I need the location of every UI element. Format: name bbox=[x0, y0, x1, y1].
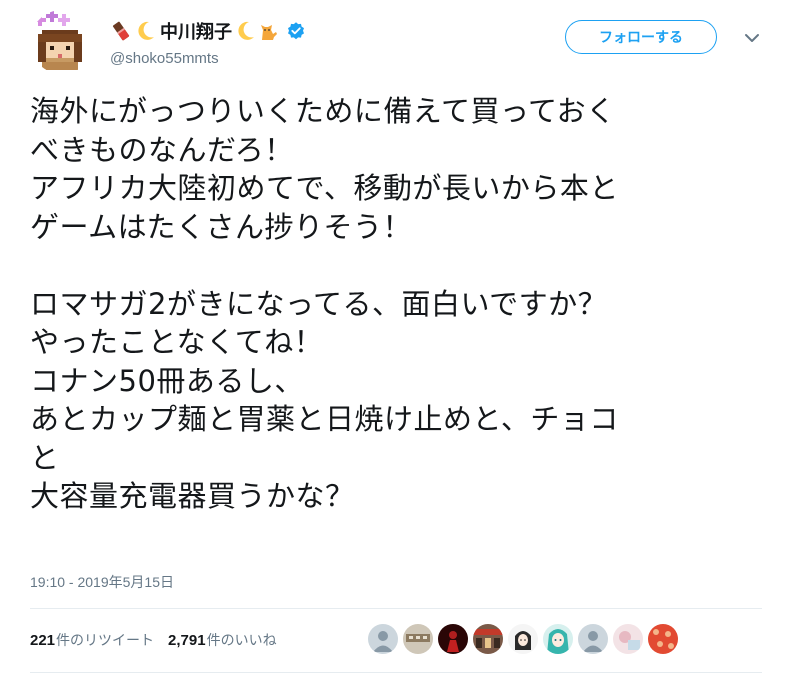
liker-avatars bbox=[368, 624, 683, 654]
name-row[interactable]: 中川翔子 bbox=[110, 18, 306, 44]
tweet-timestamp[interactable]: 19:10 - 2019年5月15日 bbox=[30, 572, 174, 592]
like-stat[interactable]: 2,791件のいいね bbox=[168, 630, 277, 650]
tweet-stats: 221件のリツイート 2,791件のいいね bbox=[30, 630, 277, 650]
avatar[interactable] bbox=[30, 10, 94, 74]
liker-avatar[interactable] bbox=[648, 624, 678, 654]
liker-avatar[interactable] bbox=[438, 624, 468, 654]
retweet-count: 221 bbox=[30, 632, 56, 649]
tweet-text: 海外にがっつりいくために備えて買っておく べきものなんだろ！ アフリカ大陸初めて… bbox=[30, 94, 619, 513]
like-count: 2,791 bbox=[168, 632, 206, 649]
liker-avatar[interactable] bbox=[508, 624, 538, 654]
divider bbox=[30, 672, 762, 673]
cat-emoji bbox=[258, 20, 280, 42]
user-handle[interactable]: @shoko55mmts bbox=[110, 50, 219, 67]
liker-avatar[interactable] bbox=[543, 624, 573, 654]
crescent-moon-emoji bbox=[134, 20, 156, 42]
retweet-label: 件のリツイート bbox=[56, 633, 155, 649]
like-label: 件のいいね bbox=[206, 633, 277, 649]
tweet-header: 中川翔子 @shoko55mmts フォローする bbox=[30, 10, 770, 74]
follow-button[interactable]: フォローする bbox=[565, 20, 717, 54]
liker-avatar[interactable] bbox=[368, 624, 398, 654]
liker-avatar[interactable] bbox=[613, 624, 643, 654]
retweet-stat[interactable]: 221件のリツイート bbox=[30, 630, 154, 650]
liker-avatar[interactable] bbox=[403, 624, 433, 654]
verified-badge-icon bbox=[286, 21, 306, 41]
chevron-down-icon[interactable] bbox=[742, 28, 762, 48]
display-name[interactable]: 中川翔子 bbox=[160, 18, 232, 44]
liker-avatar[interactable] bbox=[578, 624, 608, 654]
liker-avatar[interactable] bbox=[473, 624, 503, 654]
crescent-moon-emoji bbox=[234, 20, 256, 42]
chocolate-bar-emoji bbox=[110, 20, 132, 42]
tweet-card: 中川翔子 @shoko55mmts フォローする 海外にがっつりいくために備えて… bbox=[0, 0, 796, 680]
divider bbox=[30, 608, 762, 609]
